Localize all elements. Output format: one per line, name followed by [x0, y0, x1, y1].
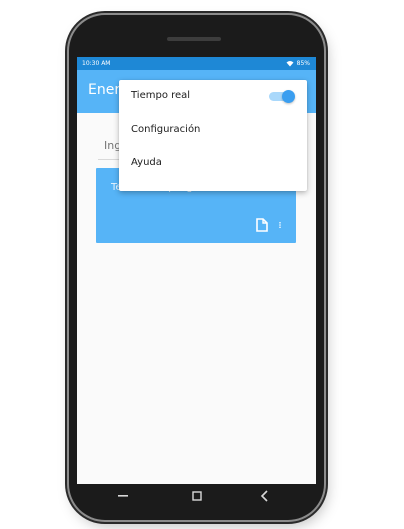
card-actions — [256, 218, 283, 232]
more-vertical-icon[interactable] — [277, 218, 283, 232]
toggle-thumb — [282, 90, 295, 103]
recents-icon[interactable] — [116, 489, 130, 503]
status-time: 10:30 AM — [82, 60, 111, 67]
device-frame: 10:30 AM 85% Ener Texto en el pliego — [0, 0, 404, 529]
menu-item-configuracion[interactable]: Configuración — [119, 114, 307, 147]
menu-item-tiempo-real[interactable]: Tiempo real — [119, 80, 307, 113]
status-right: 85% — [286, 57, 310, 70]
realtime-toggle[interactable] — [269, 90, 295, 103]
menu-item-label: Configuración — [131, 124, 201, 135]
app-title: Ener — [88, 82, 121, 98]
menu-item-label: Ayuda — [131, 157, 162, 168]
battery-level: 85% — [296, 60, 310, 67]
speaker-grille — [167, 37, 221, 41]
wifi-icon — [286, 60, 294, 66]
overflow-menu: Tiempo real Configuración Ayuda — [119, 80, 307, 191]
menu-item-ayuda[interactable]: Ayuda — [119, 147, 307, 180]
back-icon[interactable] — [258, 489, 272, 503]
document-icon[interactable] — [256, 218, 268, 232]
menu-item-label: Tiempo real — [131, 90, 191, 101]
home-icon[interactable] — [190, 489, 204, 503]
status-bar: 10:30 AM 85% — [77, 57, 316, 70]
navigation-bar — [77, 484, 316, 510]
